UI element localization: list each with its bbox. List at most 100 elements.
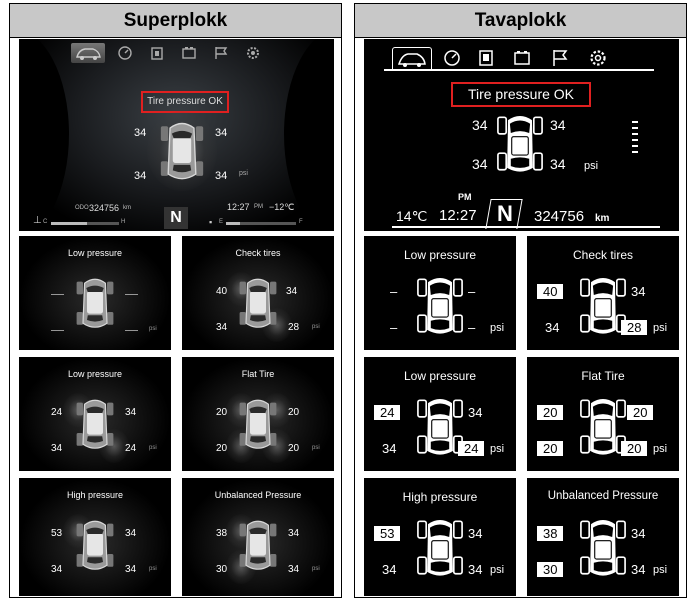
tire-rl-value: 34 (51, 443, 63, 454)
card-title: Low pressure (67, 248, 123, 258)
tire-fl-value: — (51, 286, 64, 301)
gear-indicator: N (497, 201, 513, 226)
tire-fl-value: 24 (51, 407, 63, 418)
battery-tab-icon[interactable] (512, 48, 532, 73)
card-title: Flat Tire (581, 369, 625, 383)
temp-gauge (51, 222, 119, 225)
card-title: Low pressure (403, 369, 477, 383)
fuel-pump-icon: ▪ (209, 217, 213, 227)
car-tab-icon[interactable] (71, 43, 105, 63)
car-icon (417, 512, 463, 584)
temp-high-label: H (121, 219, 126, 225)
tire-fr-value: — (125, 286, 138, 301)
battery-tab-icon[interactable] (181, 45, 197, 66)
warning-card: High pressure 53 34 34 34 psi (19, 478, 171, 596)
unit-label: psi (312, 445, 320, 451)
unit-label: psi (584, 160, 599, 172)
car-icon (497, 107, 543, 181)
tire-fl-value: – (390, 284, 398, 299)
main-display: Tire pressure OK 34 34 34 34 psi 14℃ PM … (364, 39, 679, 231)
card-title: Flat Tire (241, 369, 275, 379)
tire-rl-value: 34 (545, 320, 560, 335)
tire-fr-value: 34 (468, 526, 483, 541)
fuel-tab-icon[interactable] (476, 48, 496, 73)
clock-tab-icon[interactable] (442, 48, 462, 73)
car-icon (580, 512, 626, 584)
car-icon (580, 391, 626, 463)
tire-fr-value: 34 (468, 405, 483, 420)
fuel-empty-label: E (219, 219, 224, 225)
fuel-tab-icon[interactable] (149, 45, 165, 66)
car-icon (238, 393, 278, 457)
card-title: Unbalanced Pressure (547, 490, 659, 502)
gear-tab-icon[interactable] (588, 48, 608, 73)
tab-bar (384, 45, 654, 71)
flag-tab-icon[interactable] (550, 48, 570, 73)
temp-low-label: C (43, 219, 48, 225)
tire-fr-value: 20 (627, 405, 654, 420)
unit-label: psi (149, 566, 157, 572)
tire-fr-value: 20 (288, 407, 300, 418)
unit-label: psi (653, 564, 668, 576)
fuel-gauge (226, 222, 296, 225)
unit-label: psi (653, 322, 668, 334)
tire-rr-value: 34 (550, 156, 566, 172)
tire-rr-value: 34 (125, 564, 137, 575)
tire-fl-value: 40 (216, 286, 228, 297)
tire-rl-value: 30 (537, 562, 564, 577)
tire-fr-value: 34 (550, 117, 566, 133)
outside-temperature: 14℃ (396, 208, 428, 224)
tire-fl-value: 53 (51, 528, 63, 539)
tire-rr-value: 24 (458, 441, 485, 456)
tire-fl-value: 34 (134, 127, 147, 139)
car-icon (238, 272, 278, 336)
flag-tab-icon[interactable] (213, 45, 229, 66)
tire-rr-value: 34 (288, 564, 300, 575)
car-icon (580, 270, 626, 342)
tire-fr-value: 34 (215, 127, 228, 139)
car-icon (417, 391, 463, 463)
card-title: Unbalanced Pressure (214, 490, 302, 500)
odometer-unit: km (123, 205, 131, 211)
tire-rl-value: 34 (382, 562, 397, 577)
car-icon (75, 514, 115, 578)
tire-rr-value: 34 (631, 562, 646, 577)
tire-fr-value: – (468, 284, 476, 299)
tire-fr-value: 34 (286, 286, 298, 297)
unit-label: psi (653, 443, 668, 455)
tire-fr-value: 34 (631, 284, 646, 299)
thermometer-icon: ⊥ (33, 215, 42, 226)
tire-fl-value: 34 (472, 117, 488, 133)
odometer-value: 324756 (534, 208, 585, 225)
tavaplokk-panel: Tavaplokk Tire pressure OK 34 34 34 34 p… (354, 3, 687, 598)
tire-fl-value: 53 (374, 526, 401, 541)
tire-fl-value: 20 (216, 407, 228, 418)
tire-fr-value: 34 (125, 528, 137, 539)
tire-rl-value: 20 (216, 443, 228, 454)
status-message: Tire pressure OK (451, 82, 591, 107)
clock-time: 12:27 (227, 202, 250, 212)
tire-rr-value: — (125, 322, 138, 337)
fuel-full-label: F (299, 219, 303, 225)
gear-tab-icon[interactable] (245, 45, 261, 66)
clock-tab-icon[interactable] (117, 45, 133, 66)
warning-card: Flat Tire 20 20 20 20 psi (182, 357, 334, 471)
unit-label: psi (490, 564, 505, 576)
card-title: High pressure (66, 490, 124, 500)
warning-card: Low pressure – – – – psi (364, 236, 516, 350)
car-icon (417, 270, 463, 342)
tire-rl-value: 34 (472, 156, 488, 172)
tire-rl-value: — (51, 322, 64, 337)
tire-fl-value: 38 (216, 528, 228, 539)
clock-suffix: PM (458, 192, 472, 202)
warning-card: Low pressure 24 34 34 24 psi (19, 357, 171, 471)
unit-label: psi (490, 443, 505, 455)
warning-card: Check tires 40 34 34 28 psi (182, 236, 334, 350)
clock-suffix: PM (254, 204, 263, 210)
car-tab-icon[interactable] (392, 47, 432, 70)
odometer-prefix: ODO (75, 205, 89, 211)
outside-temperature: −12℃ (269, 202, 295, 212)
bottom-divider (392, 226, 660, 228)
tire-fl-value: 40 (537, 284, 564, 299)
warning-card: Unbalanced Pressure 38 34 30 34 psi (182, 478, 334, 596)
